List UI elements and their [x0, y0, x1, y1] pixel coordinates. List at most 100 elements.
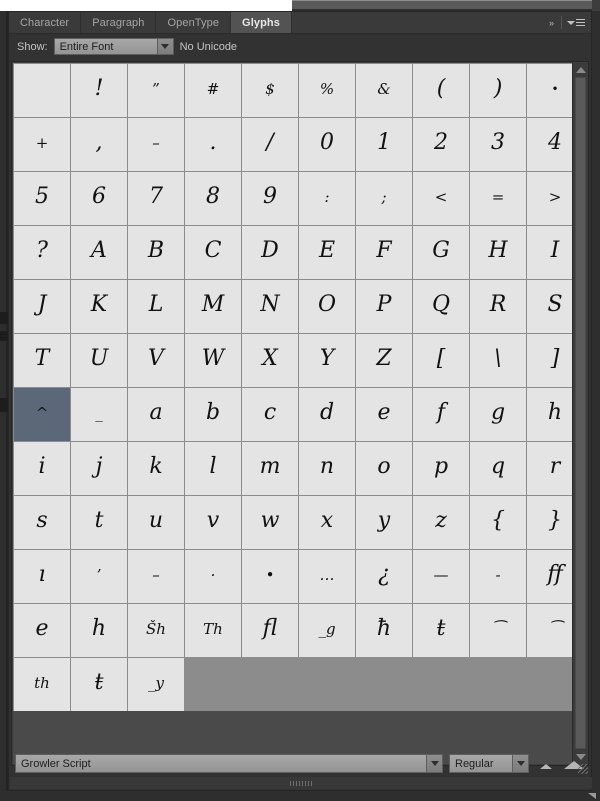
glyph-cell-j[interactable]: j [71, 442, 127, 495]
glyph-cell-E[interactable]: E [299, 226, 355, 279]
glyph-cell-tail-swash-2[interactable]: ⁀ [527, 604, 573, 657]
glyph-cell-question[interactable]: ? [14, 226, 70, 279]
glyph-cell-colon[interactable]: : [299, 172, 355, 225]
font-family-dropdown[interactable]: Growler Script [15, 754, 443, 773]
glyph-cell-braceright[interactable]: } [527, 496, 573, 549]
glyph-cell-zero[interactable]: 0 [299, 118, 355, 171]
glyph-cell-m[interactable]: m [242, 442, 298, 495]
glyph-cell-slash[interactable]: / [242, 118, 298, 171]
panel-drag-grip[interactable] [290, 780, 312, 786]
tab-glyphs[interactable]: Glyphs [231, 12, 292, 33]
glyph-cell-d[interactable]: d [299, 388, 355, 441]
glyph-cell-X[interactable]: X [242, 334, 298, 387]
collapse-chevrons-icon[interactable]: » [546, 18, 556, 28]
glyph-cell-h[interactable]: h [527, 388, 573, 441]
glyph-cell-h-alternate[interactable]: h [71, 604, 127, 657]
glyph-cell-quotedbl[interactable]: ” [128, 64, 184, 117]
glyph-cell-F[interactable]: F [356, 226, 412, 279]
glyph-cell-comma[interactable]: , [71, 118, 127, 171]
glyph-cell-s[interactable]: s [14, 496, 70, 549]
glyph-cell-eight[interactable]: 8 [185, 172, 241, 225]
glyph-cell-semicolon[interactable]: ; [356, 172, 412, 225]
glyph-cell-hyphen-alt[interactable]: - [470, 550, 526, 603]
glyph-cell-hyphen[interactable]: – [128, 118, 184, 171]
glyph-cell-four[interactable]: 4 [527, 118, 573, 171]
glyph-cell-tail-swash-1[interactable]: ⁀ [470, 604, 526, 657]
glyph-cell-bullet[interactable]: • [242, 550, 298, 603]
tab-paragraph[interactable]: Paragraph [81, 12, 157, 33]
glyph-cell-five[interactable]: 5 [14, 172, 70, 225]
glyph-cell-o[interactable]: o [356, 442, 412, 495]
glyph-cell-six[interactable]: 6 [71, 172, 127, 225]
glyph-cell-plus[interactable]: + [14, 118, 70, 171]
glyph-cell-asciicircum[interactable]: ^ [14, 388, 70, 441]
glyph-cell-A[interactable]: A [71, 226, 127, 279]
glyph-cell-ft-ligature[interactable]: ﬂ [242, 604, 298, 657]
glyph-cell-L[interactable]: L [128, 280, 184, 333]
panel-menu-icon[interactable] [567, 19, 585, 26]
glyph-cell-two[interactable]: 2 [413, 118, 469, 171]
glyph-cell-nine[interactable]: 9 [242, 172, 298, 225]
glyph-cell-e[interactable]: e [356, 388, 412, 441]
glyph-cell-th-ligature[interactable]: th [14, 658, 70, 711]
glyph-cell-C[interactable]: C [185, 226, 241, 279]
glyph-cell-greater[interactable]: > [527, 172, 573, 225]
glyph-cell-r[interactable]: r [527, 442, 573, 495]
glyph-cell-Z[interactable]: Z [356, 334, 412, 387]
glyph-cell-U[interactable]: U [71, 334, 127, 387]
glyph-cell-numbersign[interactable]: # [185, 64, 241, 117]
glyph-cell-t[interactable]: t [71, 496, 127, 549]
glyph-cell-braceleft[interactable]: { [470, 496, 526, 549]
glyph-cell-G[interactable]: G [413, 226, 469, 279]
glyph-cell-ff-ligature[interactable]: ﬀ [527, 550, 573, 603]
glyph-cell-dotlessi[interactable]: ı [14, 550, 70, 603]
scroll-up-arrow-icon[interactable] [576, 67, 586, 73]
glyph-cell-D[interactable]: D [242, 226, 298, 279]
glyph-cell-t-swash[interactable]: ŧ [413, 604, 469, 657]
glyph-cell-n[interactable]: n [299, 442, 355, 495]
glyph-cell-l[interactable]: l [185, 442, 241, 495]
glyph-cell-h-swash[interactable]: ħ [356, 604, 412, 657]
glyph-cell-y-swash[interactable]: _y [128, 658, 184, 711]
glyph-cell-questiondown[interactable]: ¿ [356, 550, 412, 603]
glyph-cell-x[interactable]: x [299, 496, 355, 549]
glyph-cell-S[interactable]: S [527, 280, 573, 333]
glyph-cell-backslash[interactable]: \ [470, 334, 526, 387]
glyph-cell-N[interactable]: N [242, 280, 298, 333]
panel-bottom-grip-bar[interactable] [10, 777, 592, 789]
glyph-cell-one[interactable]: 1 [356, 118, 412, 171]
glyph-cell-ampersand[interactable]: & [356, 64, 412, 117]
font-style-dropdown[interactable]: Regular [449, 754, 529, 773]
decrease-glyph-size-button[interactable] [535, 754, 557, 773]
scroll-thumb[interactable] [575, 77, 586, 749]
glyph-cell-I[interactable]: I [527, 226, 573, 279]
glyph-cell-g[interactable]: g [470, 388, 526, 441]
glyph-cell-v[interactable]: v [185, 496, 241, 549]
glyph-cell-M[interactable]: M [185, 280, 241, 333]
glyph-cell-B[interactable]: B [128, 226, 184, 279]
glyph-cell-bracketleft[interactable]: [ [413, 334, 469, 387]
glyph-cell-parenleft[interactable]: ( [413, 64, 469, 117]
glyph-cell-g-swash[interactable]: _g [299, 604, 355, 657]
glyph-cell-W[interactable]: W [185, 334, 241, 387]
glyph-cell-b[interactable]: b [185, 388, 241, 441]
glyph-cell-less[interactable]: < [413, 172, 469, 225]
glyph-cell-a[interactable]: a [128, 388, 184, 441]
glyph-cell-equal[interactable]: = [470, 172, 526, 225]
glyph-cell-R[interactable]: R [470, 280, 526, 333]
glyph-cell-period[interactable]: . [185, 118, 241, 171]
glyph-cell-exclam[interactable]: ! [71, 64, 127, 117]
glyph-cell-Y[interactable]: Y [299, 334, 355, 387]
glyph-cell-p[interactable]: p [413, 442, 469, 495]
glyph-cell-c[interactable]: c [242, 388, 298, 441]
glyph-cell-seven[interactable]: 7 [128, 172, 184, 225]
glyph-cell-bracketright[interactable]: ] [527, 334, 573, 387]
glyph-cell-percent[interactable]: % [299, 64, 355, 117]
glyph-cell-emdash[interactable]: — [413, 550, 469, 603]
glyph-cell-Sh-ligature[interactable]: Šh [128, 604, 184, 657]
glyph-cell-f[interactable]: f [413, 388, 469, 441]
glyph-cell-i[interactable]: i [14, 442, 70, 495]
glyph-cell-endash[interactable]: – [128, 550, 184, 603]
glyph-cell-t-alternate[interactable]: ŧ [71, 658, 127, 711]
glyph-cell-P[interactable]: P [356, 280, 412, 333]
